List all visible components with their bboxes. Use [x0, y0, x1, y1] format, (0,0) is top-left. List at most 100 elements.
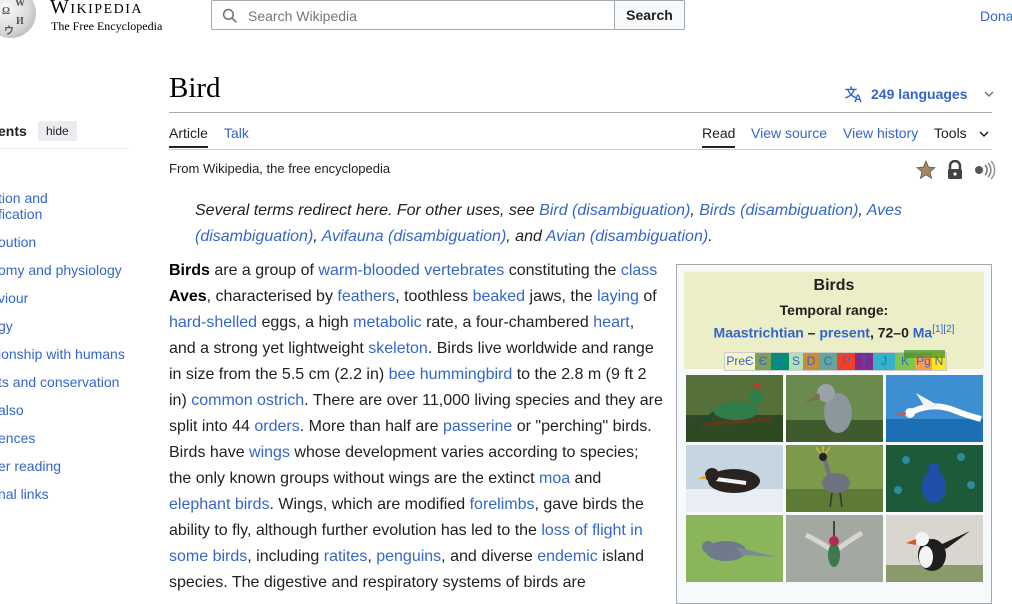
- lock-icon[interactable]: [946, 160, 964, 180]
- link-metabolic[interactable]: metabolic: [353, 314, 421, 331]
- search-box[interactable]: [211, 0, 615, 30]
- link-skeleton[interactable]: skeleton: [368, 340, 428, 357]
- link-elephant-birds[interactable]: elephant birds: [169, 496, 270, 513]
- body-text: . More than half are: [299, 418, 443, 435]
- donate-link[interactable]: Dona: [980, 8, 1012, 24]
- body-text: rate, a four-chambered: [421, 314, 594, 331]
- toc-item-references[interactable]: ences: [0, 430, 35, 446]
- geologic-timeline: PreЄ Є O S D C P T J K Pg N: [724, 350, 947, 371]
- link-warm-blooded[interactable]: warm-blooded: [318, 262, 419, 279]
- link-common-ostrich[interactable]: common ostrich: [191, 392, 304, 409]
- bird-photo-turaco[interactable]: [686, 375, 783, 442]
- reference-links[interactable]: [1][2]: [932, 324, 954, 335]
- toc-divider: [0, 148, 129, 149]
- tab-talk[interactable]: Talk: [224, 125, 249, 141]
- timeline-period-4[interactable]: D: [803, 353, 819, 370]
- toc-item-threats[interactable]: ts and conservation: [0, 374, 119, 390]
- bird-photo-peacock[interactable]: [886, 445, 983, 512]
- timeline-period-7[interactable]: T: [855, 353, 873, 370]
- wikipedia-globe-logo[interactable]: Ω W И ウ: [0, 0, 36, 38]
- timeline-period-0[interactable]: PreЄ: [725, 353, 755, 370]
- toc-item-see-also[interactable]: also: [0, 402, 24, 418]
- link-penguins[interactable]: penguins: [376, 548, 441, 565]
- site-subtitle: From Wikipedia, the free encyclopedia: [169, 161, 391, 176]
- search-button[interactable]: Search: [614, 0, 685, 30]
- link-vertebrates[interactable]: vertebrates: [424, 262, 504, 279]
- bird-photo-crowned-crane[interactable]: [786, 445, 883, 512]
- link-endemic[interactable]: endemic: [537, 548, 597, 565]
- infobox-temporal-label: Temporal range:: [779, 302, 889, 318]
- infobox-photo-montage: [686, 375, 983, 582]
- hatnote-text: ,: [690, 202, 700, 219]
- tab-article[interactable]: Article: [169, 125, 208, 148]
- toc-item-behaviour[interactable]: viour: [0, 290, 28, 306]
- link-laying[interactable]: laying: [597, 288, 639, 305]
- toc-item-external-links[interactable]: nal links: [0, 486, 49, 502]
- bird-photo-hummingbird[interactable]: [786, 515, 883, 582]
- timeline-period-5[interactable]: C: [819, 353, 837, 370]
- bird-photo-tropicbird[interactable]: [886, 375, 983, 442]
- toc-item-classification[interactable]: tion and: [0, 190, 48, 206]
- timeline-period-1[interactable]: Є: [755, 353, 771, 370]
- bird-photo-pigeon[interactable]: [686, 515, 783, 582]
- tab-view-source[interactable]: View source: [751, 125, 827, 141]
- hatnote: Several terms redirect here. For other u…: [195, 198, 955, 250]
- toc-item-distribution[interactable]: oution: [0, 234, 36, 250]
- toc-hide-button[interactable]: hide: [38, 121, 77, 141]
- page-title: Bird: [169, 72, 221, 104]
- link-orders[interactable]: orders: [254, 418, 299, 435]
- link-feathers[interactable]: feathers: [337, 288, 395, 305]
- infobox-temporal-range: Maastrichtian – present, 72–0 Ma[1][2]: [684, 324, 984, 341]
- link-ma[interactable]: Ma: [913, 325, 932, 341]
- link-hard-shelled[interactable]: hard-shelled: [169, 314, 257, 331]
- link-moa[interactable]: moa: [539, 470, 570, 487]
- page-indicators: [916, 160, 996, 180]
- language-button[interactable]: 文 A 249 languages: [845, 85, 994, 103]
- link-beaked[interactable]: beaked: [473, 288, 526, 305]
- bird-photo-puffin[interactable]: [886, 515, 983, 582]
- wikipedia-tagline: The Free Encyclopedia: [51, 19, 163, 33]
- search-icon: [222, 8, 237, 23]
- bold-term: Birds: [169, 262, 210, 279]
- body-text: are a group of: [209, 262, 319, 279]
- toc-item-anatomy[interactable]: omy and physiology: [0, 262, 122, 278]
- svg-text:A: A: [854, 93, 862, 103]
- tab-view-history[interactable]: View history: [843, 125, 918, 141]
- tools-label: Tools: [934, 125, 967, 141]
- link-passerine[interactable]: passerine: [443, 418, 512, 435]
- toc-item-relationship[interactable]: ionship with humans: [0, 346, 125, 362]
- tab-tools[interactable]: Tools: [934, 125, 989, 141]
- tab-read[interactable]: Read: [702, 125, 736, 148]
- spoken-audio-icon[interactable]: [974, 160, 996, 180]
- infobox-title: Birds: [813, 277, 855, 294]
- timeline-period-3[interactable]: S: [789, 353, 803, 370]
- link-class[interactable]: class: [621, 262, 657, 279]
- chevron-down-icon: [983, 91, 994, 98]
- link-present[interactable]: present: [819, 325, 870, 341]
- link-heart[interactable]: heart: [593, 314, 629, 331]
- link-maastrichtian[interactable]: Maastrichtian: [714, 325, 804, 341]
- link-bee-hummingbird[interactable]: bee hummingbird: [389, 366, 513, 383]
- body-text: constituting the: [504, 262, 621, 279]
- search-input[interactable]: [246, 5, 610, 27]
- link-forelimbs[interactable]: forelimbs: [470, 496, 535, 513]
- timeline-period-6[interactable]: P: [837, 353, 855, 370]
- range-dash: –: [803, 324, 820, 341]
- hatnote-link-birds-disambiguation[interactable]: Birds (disambiguation): [699, 202, 858, 219]
- timeline-period-8[interactable]: J: [873, 353, 895, 370]
- bird-photo-eagle[interactable]: [686, 445, 783, 512]
- toc-item-ecology[interactable]: gy: [0, 318, 13, 334]
- link-ratites[interactable]: ratites: [324, 548, 368, 565]
- bird-photo-shoebill[interactable]: [786, 375, 883, 442]
- wikipedia-wordmark[interactable]: Wikipedia: [50, 0, 143, 19]
- hatnote-link-avifauna-disambiguation[interactable]: Avifauna (disambiguation): [322, 228, 507, 245]
- toc-item-classification-cont[interactable]: fication: [0, 206, 42, 222]
- timeline-period-2[interactable]: O: [771, 353, 789, 370]
- body-text: and: [570, 470, 602, 487]
- chevron-down-icon: [979, 131, 989, 138]
- hatnote-link-avian-disambiguation[interactable]: Avian (disambiguation): [546, 228, 708, 245]
- featured-star-icon[interactable]: [916, 160, 936, 180]
- hatnote-link-bird-disambiguation[interactable]: Bird (disambiguation): [539, 202, 690, 219]
- toc-item-further-reading[interactable]: er reading: [0, 458, 61, 474]
- link-wings[interactable]: wings: [249, 444, 290, 461]
